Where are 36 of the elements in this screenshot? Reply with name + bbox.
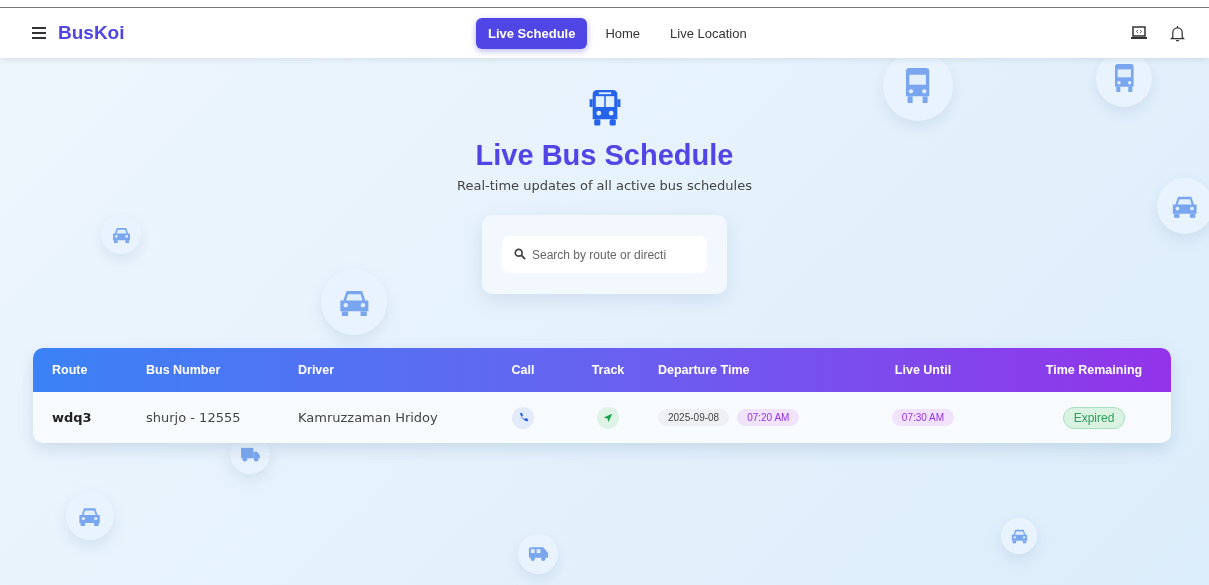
date-badge: 2025-09-08 [658,409,730,426]
column-header: Time Remaining [1044,363,1144,377]
column-header: Route [52,363,89,377]
car-icon [110,225,132,243]
status-badge: Expired [1062,406,1126,429]
car-icon [1009,528,1029,544]
car-icon [1170,194,1200,218]
nav-tab[interactable]: Live Location [658,17,759,49]
navigation-arrow-icon [603,412,613,423]
brand-logo[interactable]: BusKoi [58,22,125,44]
truck-icon [239,445,261,463]
nav-tab[interactable]: Live Schedule [476,17,588,49]
call-button[interactable] [512,406,534,429]
menu-icon[interactable] [32,27,46,39]
page-title: Live Bus Schedule [475,139,734,172]
column-header: Driver [298,363,336,377]
column-header: Bus Number [146,363,222,377]
time-badge: 07:30 AM [891,409,955,426]
bus-icon [587,90,622,127]
car-icon [77,505,103,527]
search-field[interactable]: Search by route or directi [502,236,707,273]
phone-icon [517,412,529,423]
table-cell-text: wdq3 [52,410,93,425]
column-header: Track [590,363,626,377]
time-badge: 07:20 AM [737,409,800,426]
laptop-icon[interactable] [1130,26,1148,40]
page-subtitle: Real-time updates of all active bus schedules [457,178,752,193]
column-header: Live Until [893,363,953,377]
nav-tab[interactable]: Home [593,17,653,49]
column-header: Departure Time [658,363,751,377]
bell-icon[interactable] [1170,24,1185,42]
table-cell-text: Kamruzzaman Hridoy [298,410,439,425]
column-header: Call [510,363,536,377]
track-button[interactable] [597,406,619,429]
van-icon [527,546,549,562]
table-cell-text: shurjo - 12555 [146,410,242,425]
